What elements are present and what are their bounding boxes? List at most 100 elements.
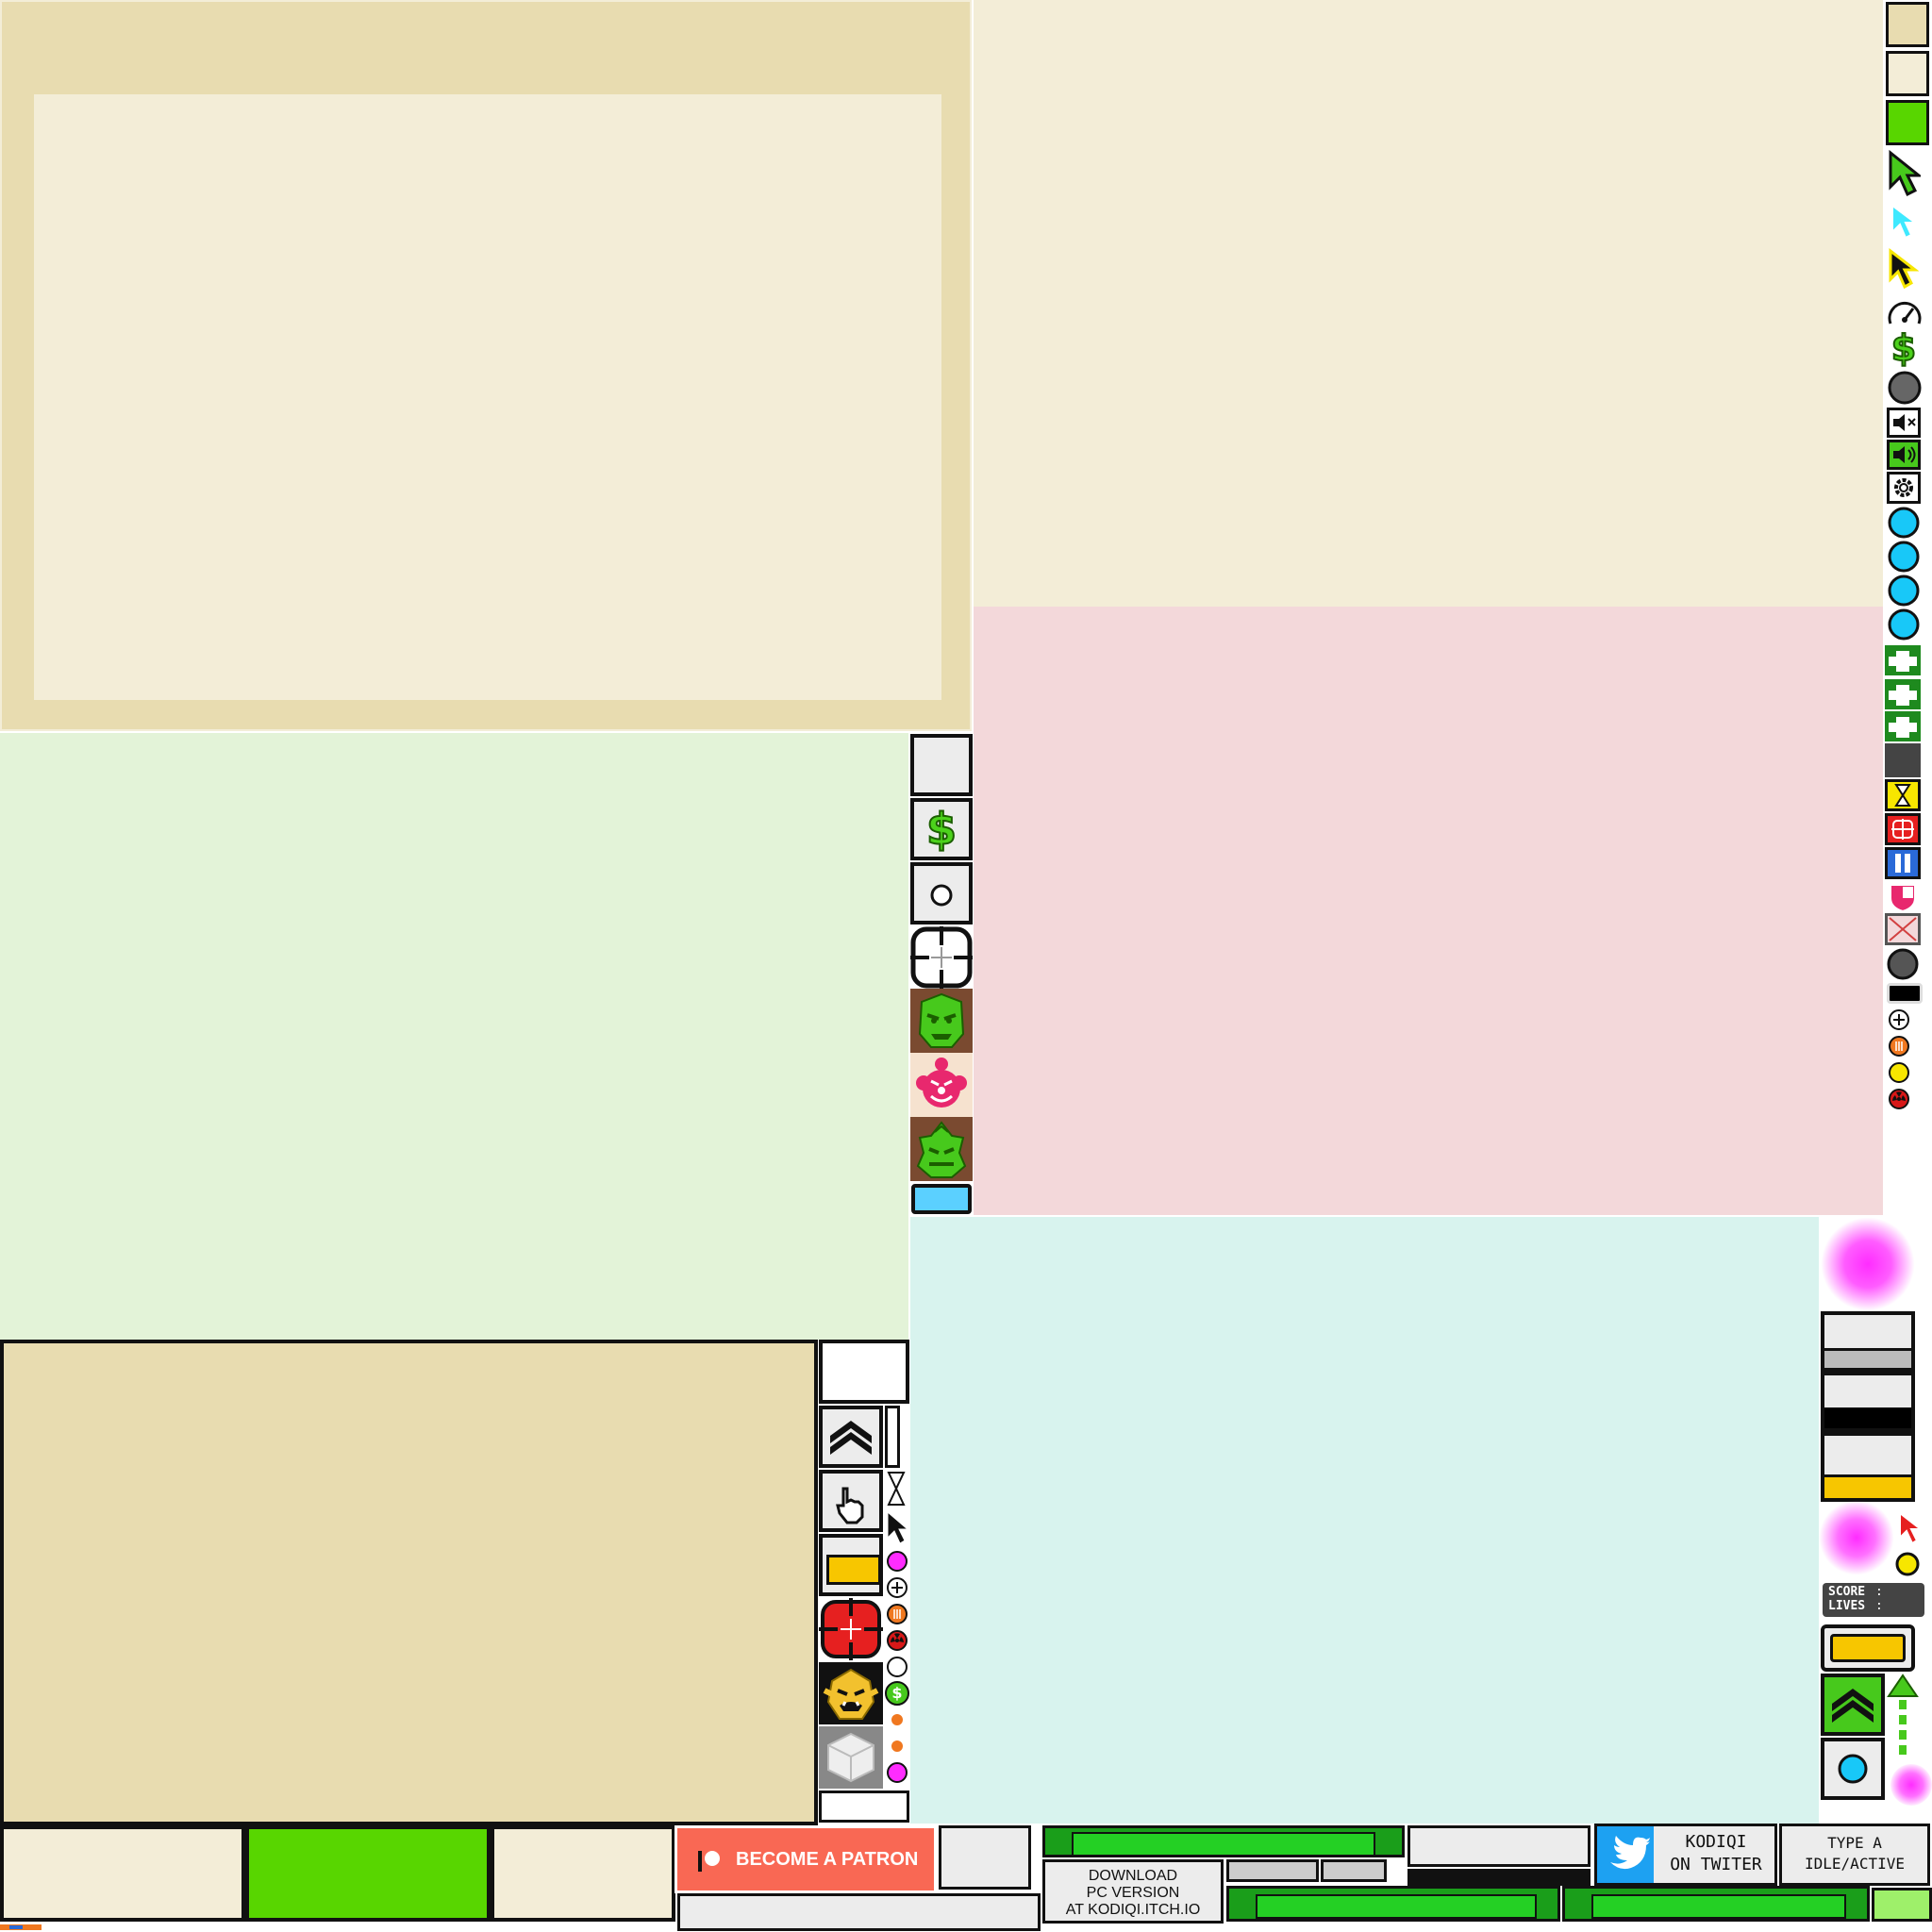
green-progress-bar-bottom-1: [1226, 1886, 1560, 1922]
tap-button[interactable]: [819, 1470, 883, 1532]
volume-button[interactable]: [1887, 440, 1921, 470]
cursor-yellow-icon[interactable]: [1887, 247, 1919, 291]
blank-slot-button[interactable]: [910, 734, 973, 796]
hourglass-icon[interactable]: [885, 1470, 908, 1507]
monster-portrait[interactable]: [910, 1117, 973, 1181]
goblin-portrait[interactable]: [910, 989, 973, 1053]
tab-slot-3[interactable]: [491, 1825, 675, 1922]
swatch-parchment: [1886, 51, 1929, 96]
glow-orb-icon: [1821, 1217, 1915, 1311]
upgrade-rank-button[interactable]: [1821, 1674, 1885, 1736]
plus-health-icon[interactable]: [1883, 709, 1923, 743]
orb-magenta-icon[interactable]: [885, 1760, 909, 1785]
blank-large-slot[interactable]: [819, 1340, 909, 1404]
progress-fill: [1256, 1894, 1537, 1919]
patreon-label: BECOME A PATRON: [736, 1849, 919, 1870]
crosshair-icon: [1891, 819, 1914, 840]
clown-portrait[interactable]: [910, 1053, 973, 1117]
progress-frame-empty: [1821, 1311, 1915, 1372]
gold-button[interactable]: [1821, 1624, 1915, 1672]
pause-icon: [1895, 854, 1910, 873]
twitter-logo-box: [1597, 1826, 1654, 1883]
progress-fill: [1824, 1407, 1911, 1428]
ammo-icon[interactable]: [1887, 1034, 1911, 1058]
cursor-cyan-icon[interactable]: [1889, 202, 1919, 243]
crosshair-red-button[interactable]: [1885, 813, 1921, 845]
dialog-inner-panel: [34, 94, 941, 700]
tab-slot-2-active[interactable]: [245, 1825, 491, 1922]
light-green-button[interactable]: [1872, 1888, 1932, 1922]
coin-icon[interactable]: [1894, 1551, 1921, 1577]
glow-orb-icon: [1890, 1764, 1932, 1806]
twitter-link[interactable]: KODIQI ON TWITER: [1594, 1824, 1777, 1886]
empty-circle-slot-button[interactable]: [910, 862, 973, 924]
small-orange-dot-icon[interactable]: [889, 1711, 906, 1728]
small-orange-dot-icon[interactable]: [889, 1738, 906, 1755]
orb-slot-button[interactable]: [1821, 1738, 1885, 1800]
download-link[interactable]: DOWNLOAD PC VERSION AT KODIQI.ITCH.IO: [1042, 1859, 1224, 1924]
idle-hint-line-2: IDLE/ACTIVE: [1805, 1855, 1905, 1873]
cursor-black-icon[interactable]: [885, 1509, 909, 1547]
blank-small-panel[interactable]: [939, 1825, 1031, 1890]
monster-face-icon: [916, 1121, 967, 1178]
cube-slot[interactable]: [819, 1726, 883, 1789]
score-label: SCORE: [1828, 1585, 1866, 1599]
dark-slot: [1885, 743, 1921, 777]
ammo-icon[interactable]: [885, 1602, 909, 1626]
hourglass-button[interactable]: [1885, 779, 1921, 811]
ogre-portrait[interactable]: [819, 1662, 883, 1724]
orb-cyan-icon[interactable]: [1885, 540, 1923, 574]
mint-panel: [0, 733, 908, 1340]
pause-button[interactable]: [1885, 847, 1921, 879]
plus-circle-icon[interactable]: [885, 1575, 909, 1600]
gray-input-bar[interactable]: [677, 1893, 1041, 1931]
progress-frame-black: [1821, 1372, 1915, 1432]
radiation-icon[interactable]: [885, 1628, 909, 1653]
orb-gray-icon[interactable]: [1885, 947, 1921, 981]
mute-button[interactable]: [1887, 408, 1921, 438]
tab-slot-1[interactable]: [0, 1825, 245, 1922]
progress-fill: [1591, 1894, 1846, 1919]
blank-wide-panel[interactable]: [1407, 1825, 1591, 1867]
coin-icon[interactable]: [1887, 1060, 1911, 1085]
crosshair-red-icon[interactable]: [819, 1598, 883, 1660]
level-up-arrow-icon[interactable]: [1887, 1674, 1919, 1758]
orb-cyan-icon[interactable]: [1885, 506, 1923, 540]
money-slot-button[interactable]: $: [910, 798, 973, 860]
plus-circle-icon[interactable]: [1887, 1008, 1911, 1032]
small-gray-tab-1[interactable]: [1226, 1859, 1319, 1882]
volume-icon: [1893, 446, 1916, 463]
cursor-green-icon[interactable]: [1887, 149, 1921, 198]
close-button[interactable]: [1885, 913, 1921, 945]
settings-button[interactable]: [1887, 472, 1921, 504]
dollar-icon[interactable]: $: [1885, 327, 1923, 369]
plus-health-icon[interactable]: [1883, 677, 1923, 711]
crosshair-button[interactable]: [910, 926, 973, 989]
radiation-icon[interactable]: [1887, 1087, 1911, 1111]
dollar-glyph: $: [891, 1684, 903, 1702]
speedometer-icon[interactable]: [1887, 295, 1923, 327]
dollar-coin-icon[interactable]: $: [885, 1681, 909, 1706]
blank-footer-slot[interactable]: [819, 1790, 909, 1823]
patreon-button[interactable]: BECOME A PATRON: [675, 1825, 937, 1893]
small-gray-tab-2[interactable]: [1321, 1859, 1387, 1882]
close-icon: [1889, 917, 1917, 941]
empty-circle-icon[interactable]: [885, 1655, 909, 1679]
shield-icon[interactable]: [1885, 881, 1921, 913]
chevrons-up-icon: [1832, 1689, 1874, 1723]
download-line-3: AT KODIQI.ITCH.IO: [1065, 1902, 1201, 1918]
plus-health-icon[interactable]: [1883, 643, 1923, 677]
twitter-bird-icon: [1610, 1836, 1650, 1870]
ogre-face-icon: [823, 1668, 879, 1720]
cursor-red-icon[interactable]: [1896, 1509, 1924, 1547]
lives-separator: :: [1875, 1599, 1883, 1613]
rank-up-button[interactable]: [819, 1406, 883, 1468]
orb-gray-icon[interactable]: [1887, 370, 1923, 406]
cyan-bar-button[interactable]: [911, 1184, 972, 1214]
orb-cyan-icon[interactable]: [1885, 574, 1923, 608]
orb-cyan-icon[interactable]: [1885, 608, 1923, 641]
orb-magenta-icon[interactable]: [885, 1549, 909, 1574]
hourglass-icon: [1894, 784, 1911, 807]
lives-label: LIVES: [1828, 1599, 1866, 1613]
gold-bar-slot[interactable]: [819, 1534, 883, 1596]
